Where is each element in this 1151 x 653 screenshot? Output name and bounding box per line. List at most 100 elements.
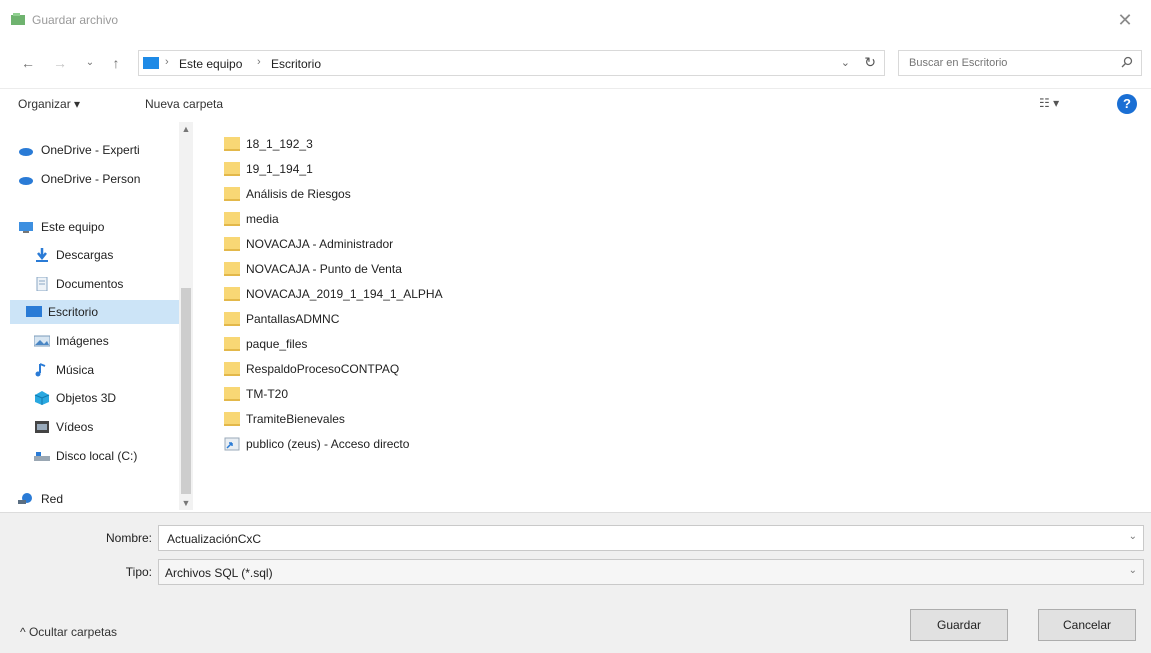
folder-icon [224, 187, 240, 201]
file-name: paque_files [246, 337, 308, 351]
sidebar-item-label: Documentos [56, 277, 124, 291]
file-type-value: Archivos SQL (*.sql) [165, 566, 273, 580]
up-button[interactable]: ↑ [106, 53, 126, 73]
sidebar-item-label: Este equipo [41, 220, 105, 234]
cloud-icon [19, 177, 33, 185]
list-item[interactable]: NOVACAJA - Punto de Venta [222, 259, 642, 283]
file-name: TramiteBienevales [246, 412, 345, 426]
list-item[interactable]: paque_files [222, 334, 642, 358]
sidebar-item-objetos-3d[interactable]: Objetos 3D [18, 386, 178, 410]
video-icon [35, 421, 49, 433]
list-item[interactable]: NOVACAJA_2019_1_194_1_ALPHA [222, 284, 642, 308]
window-title: Guardar archivo [32, 13, 119, 27]
sidebar-item-label: Objetos 3D [56, 391, 117, 405]
organize-menu[interactable]: Organizar ▾ [18, 97, 80, 111]
search-input[interactable] [907, 56, 1101, 70]
sidebar-item-label: Escritorio [48, 305, 99, 319]
shortcut-icon [224, 437, 240, 451]
back-button[interactable]: ← [18, 53, 38, 73]
filename-field[interactable]: ⌄ [158, 525, 1144, 551]
list-item[interactable]: NOVACAJA - Administrador [222, 234, 642, 258]
file-name: 18_1_192_3 [246, 137, 313, 151]
file-name: TM-T20 [246, 387, 288, 401]
recent-locations-button[interactable]: ⌄ [80, 53, 100, 73]
folder-icon [224, 387, 240, 401]
list-item[interactable]: publico (zeus) - Acceso directo [222, 434, 642, 458]
list-item[interactable]: TramiteBienevales [222, 409, 642, 433]
scroll-down-icon[interactable]: ▼ [179, 496, 193, 510]
address-dropdown-icon[interactable]: ⌄ [841, 56, 850, 69]
filename-input[interactable] [165, 531, 1069, 547]
file-name: Análisis de Riesgos [246, 187, 351, 201]
document-icon [36, 277, 48, 291]
list-item[interactable]: RespaldoProcesoCONTPAQ [222, 359, 642, 383]
sidebar-item-musica[interactable]: Música [18, 358, 178, 382]
drive-icon [34, 452, 50, 461]
list-item[interactable]: Análisis de Riesgos [222, 184, 642, 208]
file-name: media [246, 212, 279, 226]
refresh-icon[interactable]: ↻ [864, 54, 876, 71]
cancel-button[interactable]: Cancelar [1038, 609, 1136, 641]
sidebar-item-videos[interactable]: Vídeos [18, 415, 178, 439]
folder-icon [224, 287, 240, 301]
desktop-icon [26, 306, 42, 317]
command-bar: Organizar ▾ Nueva carpeta ☷ ▾ ? [0, 88, 1151, 119]
scroll-up-icon[interactable]: ▲ [179, 122, 193, 136]
music-icon [35, 363, 46, 377]
folder-icon [224, 137, 240, 151]
cube-icon [34, 391, 50, 405]
search-box[interactable] [898, 50, 1142, 76]
breadcrumb-separator: › [257, 56, 261, 68]
save-button[interactable]: Guardar [910, 609, 1008, 641]
help-button[interactable]: ? [1117, 94, 1137, 114]
folder-icon [224, 237, 240, 251]
sidebar-item-documentos[interactable]: Documentos [18, 272, 178, 296]
list-item[interactable]: 19_1_194_1 [222, 159, 642, 183]
file-name: NOVACAJA_2019_1_194_1_ALPHA [246, 287, 443, 301]
list-item[interactable]: 18_1_192_3 [222, 134, 642, 158]
pc-icon [19, 222, 33, 233]
chevron-down-icon[interactable]: ⌄ [1129, 565, 1137, 576]
sidebar-item-este-equipo[interactable]: Este equipo [18, 215, 178, 239]
navigation-pane: OneDrive - Experti OneDrive - Person Est… [0, 122, 195, 512]
sidebar-item-disco-local[interactable]: Disco local (C:) [18, 444, 178, 468]
breadcrumb-separator: › [165, 56, 169, 68]
sidebar-item-onedrive-person[interactable]: OneDrive - Person [18, 167, 178, 191]
sidebar-item-imagenes[interactable]: Imágenes [18, 329, 178, 353]
sidebar-item-label: Descargas [56, 248, 114, 262]
sidebar-item-label: Disco local (C:) [56, 449, 138, 463]
file-type-select[interactable]: Archivos SQL (*.sql) ⌄ [158, 559, 1144, 585]
view-options-icon[interactable]: ☷ ▾ [1039, 96, 1071, 112]
folder-icon [224, 412, 240, 426]
address-bar[interactable]: › Este equipo › Escritorio ⌄ ↻ [138, 50, 885, 76]
scrollbar-thumb[interactable] [181, 288, 191, 494]
download-icon [36, 248, 48, 262]
list-item[interactable]: media [222, 209, 642, 233]
type-label: Tipo: [125, 565, 152, 579]
search-icon [1121, 56, 1133, 68]
file-name: 19_1_194_1 [246, 162, 313, 176]
sidebar-item-escritorio[interactable]: Escritorio [10, 300, 180, 324]
list-item[interactable]: PantallasADMNC [222, 309, 642, 333]
file-name: RespaldoProcesoCONTPAQ [246, 362, 400, 376]
breadcrumb-este-equipo[interactable]: Este equipo [179, 57, 242, 71]
sidebar-item-red[interactable]: Red [18, 487, 178, 511]
sidebar-item-label: Imágenes [56, 334, 109, 348]
forward-button[interactable]: → [50, 53, 70, 73]
folder-icon [224, 212, 240, 226]
breadcrumb-escritorio[interactable]: Escritorio [271, 57, 321, 71]
folder-icon [224, 337, 240, 351]
save-file-icon [11, 13, 25, 25]
navigation-scrollbar[interactable]: ▲ ▼ [179, 122, 193, 510]
list-item[interactable]: TM-T20 [222, 384, 642, 408]
image-icon [34, 335, 50, 347]
chevron-down-icon[interactable]: ⌄ [1129, 531, 1137, 542]
new-folder-button[interactable]: Nueva carpeta [145, 97, 223, 111]
sidebar-item-descargas[interactable]: Descargas [18, 243, 178, 267]
close-button[interactable]: ✕ [1111, 8, 1139, 32]
network-icon [18, 493, 32, 504]
hide-folders-toggle[interactable]: ^ Ocultar carpetas [20, 625, 117, 639]
name-label: Nombre: [105, 531, 152, 545]
sidebar-item-label: Red [41, 492, 64, 506]
sidebar-item-onedrive-experti[interactable]: OneDrive - Experti [18, 138, 178, 162]
